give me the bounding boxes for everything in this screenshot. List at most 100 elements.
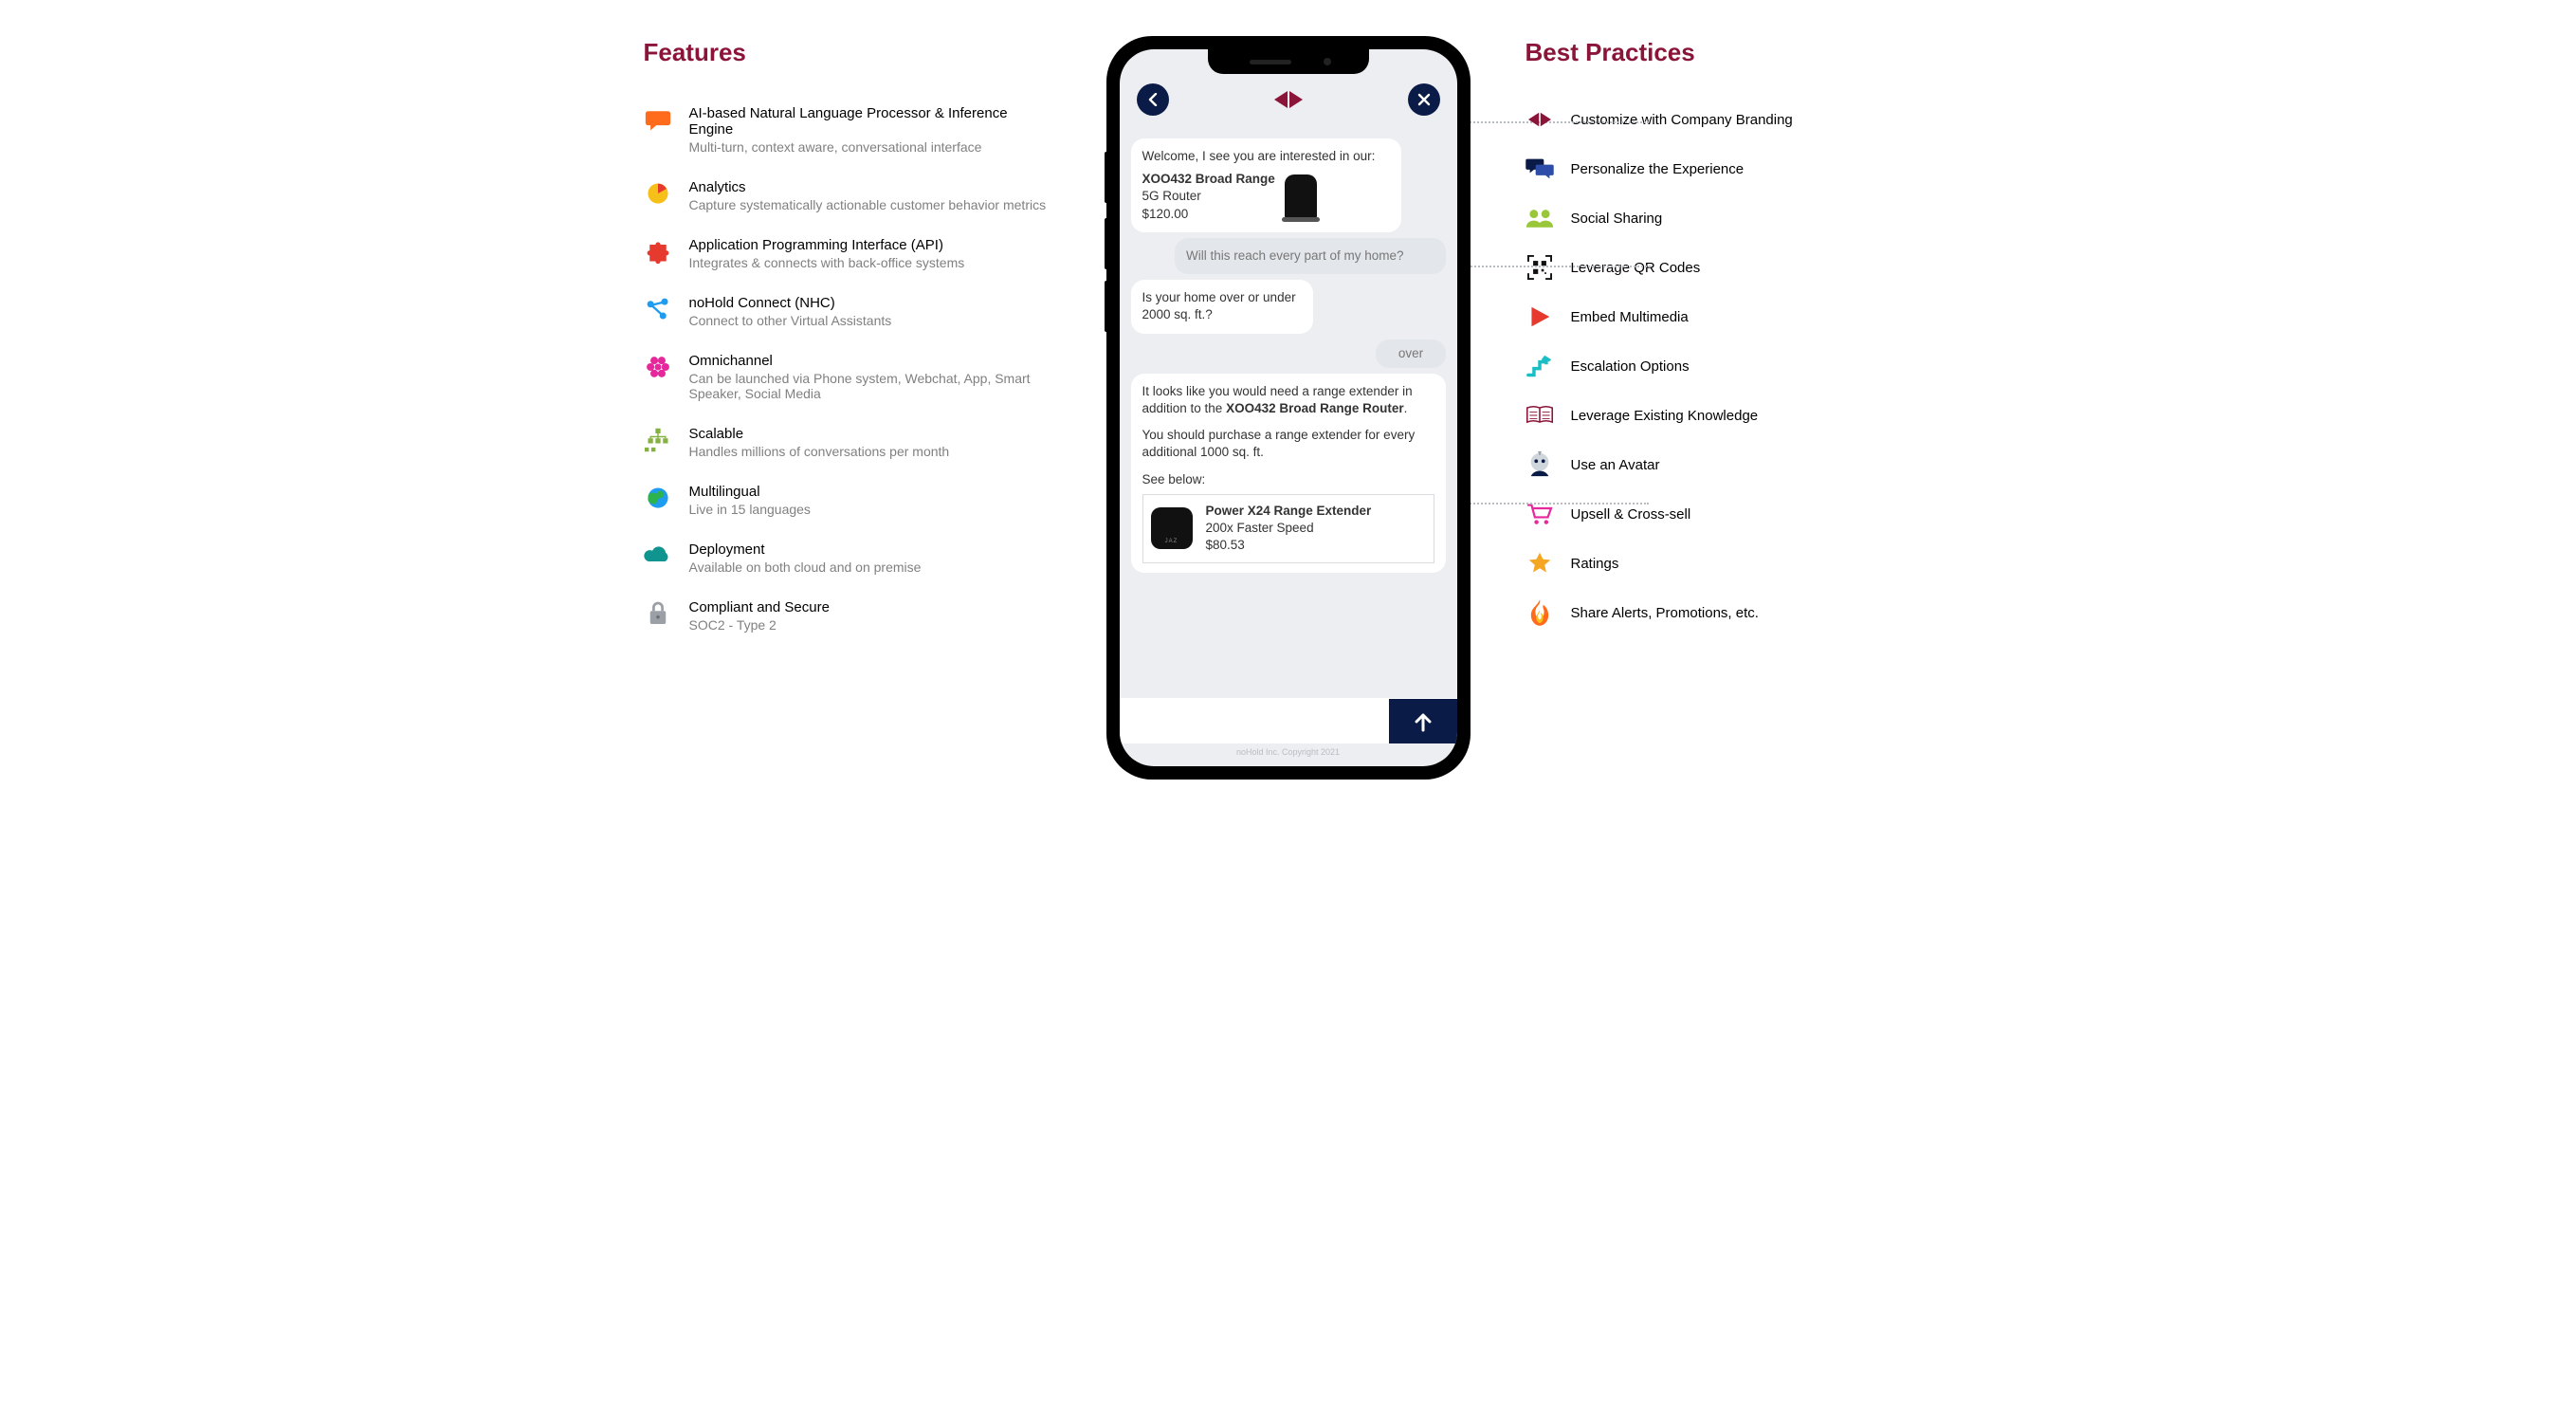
- best-practice-item: Share Alerts, Promotions, etc.: [1526, 598, 1933, 627]
- recommended-product-card[interactable]: Power X24 Range Extender 200x Faster Spe…: [1142, 494, 1434, 563]
- arrow-up-icon: [1414, 711, 1433, 732]
- feature-item: Omnichannel Can be launched via Phone sys…: [644, 353, 1051, 401]
- qr-icon: [1526, 253, 1554, 282]
- feature-item: noHold Connect (NHC) Connect to other Vir…: [644, 295, 1051, 328]
- best-practice-item: Leverage Existing Knowledge: [1526, 401, 1933, 430]
- extender-image-icon: [1151, 507, 1193, 549]
- best-practice-label: Embed Multimedia: [1571, 309, 1689, 325]
- puzzle-icon: [644, 237, 672, 266]
- feature-item: Multilingual Live in 15 languages: [644, 484, 1051, 517]
- nodes-icon: [644, 295, 672, 323]
- product-name: XOO432 Broad Range: [1142, 171, 1275, 188]
- best-practices-heading: Best Practices: [1526, 38, 1933, 67]
- feature-item: Deployment Available on both cloud and on…: [644, 541, 1051, 575]
- lock-icon: [644, 599, 672, 628]
- phone-mockup: Welcome, I see you are interested in our…: [1108, 38, 1469, 778]
- star-icon: [1526, 549, 1554, 578]
- recommendation-see-below: See below:: [1142, 471, 1434, 488]
- send-button[interactable]: [1389, 699, 1457, 743]
- best-practices-column: Best Practices Customize with Company Br…: [1526, 38, 1933, 648]
- best-practice-label: Social Sharing: [1571, 211, 1663, 227]
- flame-icon: [1526, 598, 1554, 627]
- best-practice-item: Escalation Options: [1526, 352, 1933, 380]
- feature-item: Application Programming Interface (API) I…: [644, 237, 1051, 270]
- feature-subtitle: Integrates & connects with back-office s…: [689, 255, 965, 270]
- back-button[interactable]: [1137, 83, 1169, 116]
- chat-input-bar: [1120, 698, 1457, 743]
- chat-bubble-user: Will this reach every part of my home?: [1175, 238, 1446, 274]
- close-icon: [1417, 93, 1431, 106]
- rec-product-price: $80.53: [1206, 537, 1372, 554]
- features-heading: Features: [644, 38, 1051, 67]
- chat-bubble-bot: It looks like you would need a range ext…: [1131, 374, 1446, 573]
- stairs-icon: [1526, 352, 1554, 380]
- book-icon: [1526, 401, 1554, 430]
- feature-title: AI-based Natural Language Processor & In…: [689, 105, 1051, 138]
- feature-subtitle: Handles millions of conversations per mo…: [689, 444, 950, 459]
- feature-subtitle: Live in 15 languages: [689, 502, 811, 517]
- feature-title: Application Programming Interface (API): [689, 237, 965, 253]
- feature-subtitle: Capture systematically actionable custom…: [689, 197, 1047, 212]
- best-practice-label: Ratings: [1571, 556, 1619, 572]
- chat-bubble-bot: Is your home over or under 2000 sq. ft.?: [1131, 280, 1314, 333]
- close-button[interactable]: [1408, 83, 1440, 116]
- copyright-text: noHold Inc. Copyright 2021: [1120, 743, 1457, 766]
- feature-title: Deployment: [689, 541, 922, 558]
- chat-bubble-user: over: [1376, 339, 1445, 368]
- feature-subtitle: Can be launched via Phone system, Webcha…: [689, 371, 1051, 401]
- best-practice-item: Ratings: [1526, 549, 1933, 578]
- pie-chart-icon: [644, 179, 672, 208]
- chat-bubble-bot: Welcome, I see you are interested in our…: [1131, 138, 1402, 232]
- brand-logo-icon: [1274, 91, 1303, 108]
- chevron-left-icon: [1147, 93, 1159, 106]
- feature-subtitle: Connect to other Virtual Assistants: [689, 313, 892, 328]
- feature-subtitle: Multi-turn, context aware, conversationa…: [689, 139, 1051, 155]
- best-practice-item: Personalize the Experience: [1526, 155, 1933, 183]
- product-type: 5G Router: [1142, 188, 1275, 205]
- best-practice-item: Leverage QR Codes: [1526, 253, 1933, 282]
- best-practice-label: Leverage Existing Knowledge: [1571, 408, 1759, 424]
- feature-title: Omnichannel: [689, 353, 1051, 369]
- best-practice-item: Customize with Company Branding: [1526, 105, 1933, 134]
- product-price: $120.00: [1142, 206, 1275, 223]
- feature-title: Compliant and Secure: [689, 599, 830, 615]
- best-practice-label: Escalation Options: [1571, 358, 1690, 375]
- feature-item: Scalable Handles millions of conversation…: [644, 426, 1051, 459]
- best-practice-item: Embed Multimedia: [1526, 303, 1933, 331]
- router-image-icon: [1285, 174, 1317, 220]
- cloud-icon: [644, 541, 672, 570]
- flower-icon: [644, 353, 672, 381]
- welcome-text: Welcome, I see you are interested in our…: [1142, 148, 1391, 165]
- chat-bubble-icon: [644, 105, 672, 134]
- feature-title: Multilingual: [689, 484, 811, 500]
- best-practice-label: Customize with Company Branding: [1571, 112, 1793, 128]
- recommendation-line: It looks like you would need a range ext…: [1142, 383, 1434, 417]
- feature-item: Analytics Capture systematically actionab…: [644, 179, 1051, 212]
- feature-subtitle: Available on both cloud and on premise: [689, 560, 922, 575]
- chat-area: Welcome, I see you are interested in our…: [1120, 127, 1457, 698]
- rec-product-name: Power X24 Range Extender: [1206, 503, 1372, 520]
- feature-subtitle: SOC2 - Type 2: [689, 617, 830, 633]
- best-practice-label: Use an Avatar: [1571, 457, 1660, 473]
- recommendation-line: You should purchase a range extender for…: [1142, 427, 1434, 461]
- feature-item: AI-based Natural Language Processor & In…: [644, 105, 1051, 155]
- best-practice-item: Use an Avatar: [1526, 450, 1933, 479]
- feature-title: Scalable: [689, 426, 950, 442]
- best-practice-label: Share Alerts, Promotions, etc.: [1571, 605, 1759, 621]
- chat-pair-icon: [1526, 155, 1554, 183]
- feature-title: noHold Connect (NHC): [689, 295, 892, 311]
- rec-product-sub: 200x Faster Speed: [1206, 520, 1372, 537]
- best-practice-label: Leverage QR Codes: [1571, 260, 1701, 276]
- hierarchy-icon: [644, 426, 672, 454]
- play-icon: [1526, 303, 1554, 331]
- phone-notch: [1208, 49, 1369, 74]
- chat-input[interactable]: [1120, 699, 1389, 743]
- people-icon: [1526, 204, 1554, 232]
- globe-icon: [644, 484, 672, 512]
- feature-title: Analytics: [689, 179, 1047, 195]
- best-practice-label: Personalize the Experience: [1571, 161, 1745, 177]
- best-practice-item: Social Sharing: [1526, 204, 1933, 232]
- bowtie-icon: [1526, 105, 1554, 134]
- feature-item: Compliant and Secure SOC2 - Type 2: [644, 599, 1051, 633]
- features-column: Features AI-based Natural Language Proce…: [644, 38, 1051, 657]
